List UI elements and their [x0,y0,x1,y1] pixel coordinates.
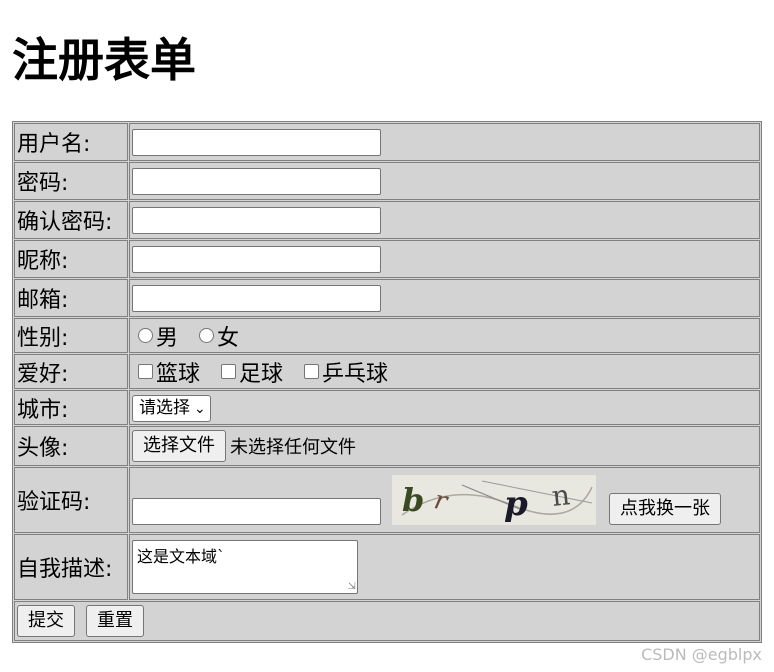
password-label: 密码: [14,162,128,200]
avatar-label: 头像: [14,426,128,466]
choose-file-button[interactable]: 选择文件 [132,430,226,462]
resize-grip-icon: ⇲ [347,581,356,592]
hobby-basketball-label: 篮球 [156,361,201,387]
captcha-refresh-button[interactable]: 点我换一张 [609,493,721,525]
email-label: 邮箱: [14,279,128,317]
hobby-football-checkbox[interactable] [221,364,237,379]
description-textarea[interactable]: 这是文本域` ⇲ [132,540,358,594]
description-label: 自我描述: [14,534,128,600]
hobby-pingpong-checkbox[interactable] [304,364,320,379]
hobby-pingpong-label: 乒乓球 [322,361,389,387]
reset-button[interactable]: 重置 [86,605,144,637]
captcha-char-1: b [402,481,424,519]
nickname-label: 昵称: [14,240,128,278]
hobby-basketball-checkbox[interactable] [138,364,153,379]
submit-button[interactable]: 提交 [17,605,75,637]
username-label: 用户名: [14,123,128,161]
captcha-input[interactable] [132,498,381,525]
gender-female-radio[interactable] [199,328,215,343]
gender-label: 性别: [14,318,128,353]
city-select-value: 请选择 [139,397,190,418]
captcha-image[interactable]: b r p n [392,475,596,525]
watermark: CSDN @egblpx [641,645,762,664]
file-status-text: 未选择任何文件 [230,437,356,458]
page: 注册表单 用户名: 密码: 确认密码: 昵称: 邮箱: 性别: 男 女 爱好: … [0,0,774,672]
chevron-down-icon: ⌄ [194,400,206,417]
username-input[interactable] [132,128,381,156]
confirm-password-input[interactable] [132,206,381,234]
registration-form: 用户名: 密码: 确认密码: 昵称: 邮箱: 性别: 男 女 爱好: 篮球 足球… [12,121,762,643]
gender-male-radio[interactable] [138,328,153,343]
city-select[interactable]: 请选择 ⌄ [132,394,211,422]
hobby-label: 爱好: [14,354,128,389]
page-title: 注册表单 [12,33,196,87]
password-input[interactable] [132,167,381,195]
captcha-char-3: p [504,484,528,524]
description-value: 这是文本域` [137,547,226,566]
captcha-char-4: n [550,478,571,513]
hobby-football-label: 足球 [239,361,284,387]
city-label: 城市: [14,390,128,425]
captcha-label: 验证码: [14,467,128,533]
gender-male-label: 男 [156,325,179,351]
nickname-input[interactable] [132,245,381,273]
confirm-password-label: 确认密码: [14,201,128,239]
gender-female-label: 女 [217,325,240,351]
email-input[interactable] [132,284,381,312]
